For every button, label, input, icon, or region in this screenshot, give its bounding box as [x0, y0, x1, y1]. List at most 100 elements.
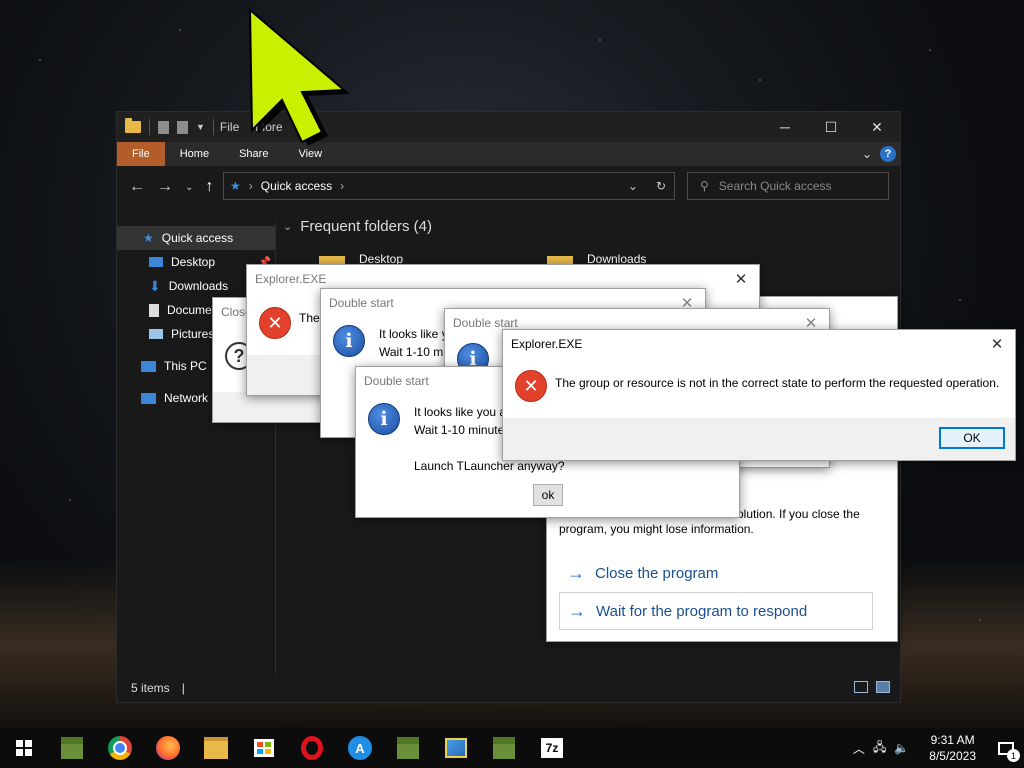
dialog-footer: [213, 392, 331, 422]
close-button[interactable]: ✕: [854, 112, 900, 142]
details-view-icon[interactable]: [854, 681, 868, 693]
ribbon-right: ⌄ ?: [862, 146, 896, 162]
dialog-message-line-1: It looks like y: [379, 327, 448, 341]
frequent-folders-header[interactable]: ⌄ Frequent folders (4): [283, 218, 432, 235]
back-arrow-icon[interactable]: ←: [129, 178, 145, 196]
tab-home[interactable]: Home: [165, 142, 224, 166]
7zip-label: 7z: [541, 738, 563, 758]
large-icons-view-icon[interactable]: [876, 681, 890, 693]
dialog-message-line-2: Wait 1-10 mi: [379, 345, 446, 359]
sidebar-item-label: This PC: [164, 359, 207, 373]
help-icon[interactable]: ?: [880, 146, 896, 162]
not-responding-message-1: olution. If you close the: [737, 507, 860, 521]
new-folder-icon[interactable]: [177, 120, 188, 134]
customize-toolbar-icon[interactable]: ▼: [196, 122, 205, 132]
firefox-icon[interactable]: [144, 728, 192, 768]
forward-arrow-icon[interactable]: →: [157, 178, 173, 196]
sidebar-item-quick-access[interactable]: ★ Quick access: [117, 226, 275, 250]
ok-button[interactable]: OK: [939, 427, 1005, 449]
not-responding-message-2: program, you might lose information.: [559, 522, 754, 536]
chevron-up-icon[interactable]: ︿: [853, 740, 865, 757]
maximize-button[interactable]: ☐: [808, 112, 854, 142]
status-bar: 5 items |: [117, 674, 900, 702]
info-icon: i: [333, 325, 365, 357]
error-icon: ✕: [259, 307, 291, 339]
search-placeholder: Search Quick access: [718, 179, 832, 193]
minecraft-icon[interactable]: [384, 728, 432, 768]
minecraft-icon[interactable]: [48, 728, 96, 768]
date: 8/5/2023: [929, 749, 976, 763]
chrome-icon[interactable]: [96, 728, 144, 768]
tab-file[interactable]: File: [117, 142, 165, 166]
address-actions: ⌄ ↻: [628, 179, 666, 193]
close-icon[interactable]: ✕: [723, 265, 759, 293]
system-tray: ︿ 🖧 🔈 9:31 AM 8/5/2023 1: [853, 728, 1024, 768]
explorer-error-dialog: Explorer.EXE ✕ ✕ The group or resource i…: [502, 329, 1016, 461]
dialog-footer: OK: [503, 418, 1015, 460]
notification-count: 1: [1007, 749, 1020, 762]
title-bar[interactable]: ▼ File More ─ ☐ ✕: [117, 112, 900, 142]
download-icon: ⬇: [149, 277, 161, 294]
dialog-message-line-1: It looks like you a: [414, 405, 507, 419]
window-title: File: [219, 120, 240, 134]
recent-locations-icon[interactable]: ⌄: [185, 182, 193, 196]
ribbon: File Home Share View ⌄ ?: [117, 142, 900, 166]
dialog-title: Explorer.EXE: [511, 337, 583, 351]
dialog-message-line-3: Launch TLauncher anyway?: [414, 459, 565, 473]
error-message: The group or resource is not in the corr…: [555, 376, 1000, 390]
address-row: ← → ⌄ ↑ ★ › Quick access › ⌄ ↻ ⚲ Search …: [117, 166, 900, 208]
mouse-cursor-icon: [248, 7, 350, 146]
pictures-icon: [149, 329, 163, 339]
address-dropdown-icon[interactable]: ⌄: [628, 179, 638, 193]
close-program-option[interactable]: → Close the program: [567, 563, 718, 584]
notifications-icon[interactable]: 1: [996, 738, 1020, 762]
info-icon: i: [368, 403, 400, 435]
store-icon[interactable]: [240, 728, 288, 768]
address-bar[interactable]: ★ › Quick access › ⌄ ↻: [223, 172, 675, 200]
toolbar-separator: [149, 119, 150, 135]
wait-for-program-option[interactable]: → Wait for the program to respond: [559, 592, 873, 630]
error-icon: ✕: [515, 370, 547, 402]
status-separator: |: [181, 681, 185, 695]
error-message: The: [299, 311, 320, 325]
clock[interactable]: 9:31 AM 8/5/2023: [917, 732, 988, 764]
network-tray-icon[interactable]: 🖧: [873, 738, 886, 759]
app-store-icon[interactable]: A: [336, 728, 384, 768]
minimize-button[interactable]: ─: [762, 112, 808, 142]
opera-icon[interactable]: [288, 728, 336, 768]
properties-icon[interactable]: [158, 120, 169, 134]
time: 9:31 AM: [930, 733, 975, 747]
sidebar-item-label: Downloads: [168, 279, 229, 293]
desktop-icon: [149, 257, 163, 267]
up-arrow-icon[interactable]: ↑: [205, 178, 213, 196]
dialog-message-line-2: Wait 1-10 minute: [414, 423, 505, 437]
windows-start-icon[interactable]: [0, 728, 48, 768]
expand-ribbon-icon[interactable]: ⌄: [862, 147, 872, 161]
volume-icon[interactable]: 🔈: [894, 741, 909, 755]
breadcrumb-quick-access[interactable]: Quick access: [261, 179, 332, 193]
close-icon[interactable]: ✕: [979, 330, 1015, 358]
arrow-right-icon: →: [567, 563, 585, 583]
minecraft-icon[interactable]: [480, 728, 528, 768]
control-panel-icon[interactable]: [432, 728, 480, 768]
7zip-icon[interactable]: 7z: [528, 728, 576, 768]
sidebar-item-label: Pictures: [171, 327, 215, 341]
arrow-right-icon: →: [568, 600, 586, 621]
item-count: 5 items: [131, 681, 170, 695]
folder-icon: [125, 118, 141, 133]
search-box[interactable]: ⚲ Search Quick access: [687, 172, 889, 200]
quick-access-toolbar: ▼: [117, 118, 214, 135]
breadcrumb-chevron-icon[interactable]: ›: [340, 179, 344, 193]
file-explorer-icon[interactable]: [192, 728, 240, 768]
document-icon: [149, 303, 159, 317]
option-label: Close the program: [595, 565, 719, 582]
ok-button[interactable]: ok: [533, 484, 563, 506]
toolbar-separator: [212, 119, 214, 135]
network-icon: [141, 392, 156, 404]
search-icon: ⚲: [700, 179, 709, 193]
section-title: Frequent folders (4): [300, 218, 432, 235]
star-icon: ★: [143, 231, 154, 245]
refresh-icon[interactable]: ↻: [656, 179, 666, 193]
sidebar-item-label: Docume: [167, 303, 212, 317]
chevron-down-icon: ⌄: [283, 221, 293, 233]
